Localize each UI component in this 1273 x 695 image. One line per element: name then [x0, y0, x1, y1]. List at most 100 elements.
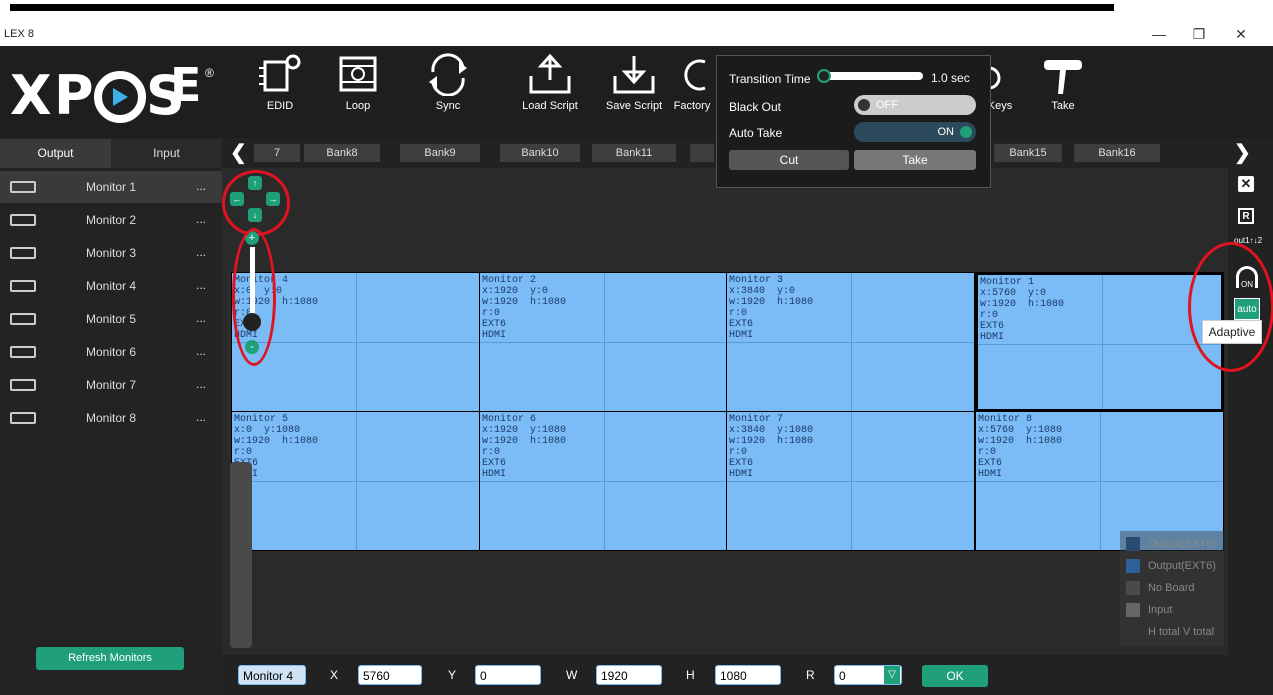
- bank-tab[interactable]: 7: [254, 144, 300, 162]
- legend-item: No Board: [1126, 581, 1194, 595]
- auto-take-state: ON: [937, 126, 955, 138]
- auto-take-toggle[interactable]: ON: [854, 122, 976, 142]
- cell-size: w:1920 h:1080: [234, 436, 319, 447]
- vertical-scrollbar[interactable]: [230, 462, 252, 648]
- monitor-menu-icon[interactable]: ...: [196, 212, 206, 226]
- monitor-list-item[interactable]: Monitor 8...: [0, 402, 222, 434]
- monitor-select[interactable]: Monitor 4: [238, 665, 306, 685]
- sync-label: Sync: [435, 100, 461, 112]
- monitor-menu-icon[interactable]: ...: [196, 311, 206, 325]
- tab-output[interactable]: Output: [0, 139, 111, 168]
- monitor-list-item[interactable]: Monitor 3...: [0, 237, 222, 269]
- cell-rotation: r:0: [482, 308, 501, 319]
- rotate-icon[interactable]: R: [1238, 208, 1254, 224]
- monitor-list-item[interactable]: Monitor 6...: [0, 336, 222, 368]
- y-input[interactable]: 0: [475, 665, 541, 685]
- monitor-list-item[interactable]: Monitor 1...: [0, 171, 222, 203]
- wall-cell[interactable]: Monitor 2 x:1920 y:0 w:1920 h:1080 r:0 EXT6 H…: [479, 272, 728, 412]
- factory-button[interactable]: Factory: [664, 52, 720, 132]
- monitor-menu-icon[interactable]: ...: [196, 278, 206, 292]
- legend-item: H total V total: [1126, 625, 1214, 639]
- w-input[interactable]: 1920: [596, 665, 662, 685]
- monitor-menu-icon[interactable]: ...: [196, 245, 206, 259]
- h-label: H: [686, 668, 695, 682]
- monitor-list-item[interactable]: Monitor 2...: [0, 204, 222, 236]
- x-input[interactable]: 5760: [358, 665, 422, 685]
- bank-prev-arrow-icon[interactable]: ❮: [230, 140, 247, 165]
- save-script-button[interactable]: Save Script: [594, 52, 674, 132]
- close-button[interactable]: ✕: [1230, 24, 1252, 44]
- svg-text:X: X: [10, 64, 54, 127]
- bank-tab[interactable]: Bank16: [1074, 144, 1160, 162]
- monitor-name: Monitor 1: [86, 180, 137, 194]
- wall-cell[interactable]: Monitor 3 x:3840 y:0 w:1920 h:1080 r:0 EXT6 H…: [726, 272, 975, 412]
- edid-button[interactable]: EDID: [240, 52, 320, 132]
- monitor-menu-icon[interactable]: ...: [196, 344, 206, 358]
- monitor-menu-icon[interactable]: ...: [196, 179, 206, 193]
- loop-icon: [339, 56, 377, 92]
- cell-rotation: r:0: [978, 447, 997, 458]
- save-script-icon: [613, 56, 655, 94]
- wall-cell[interactable]: Monitor 6 x:1920 y:1080 w:1920 h:1080 r:0 EX…: [479, 411, 728, 551]
- take-label: Take: [1051, 100, 1075, 112]
- sync-button[interactable]: Sync: [408, 52, 488, 132]
- wall-cell[interactable]: Monitor 8 x:5760 y:1080 w:1920 h:1080 r:0 EX…: [975, 411, 1224, 551]
- transition-time-label: Transition Time: [729, 72, 811, 86]
- maximize-button[interactable]: ❐: [1188, 24, 1210, 44]
- monitor-name: Monitor 3: [86, 246, 137, 260]
- take-button[interactable]: Take: [1028, 52, 1098, 132]
- x-label: X: [330, 668, 339, 682]
- cut-button[interactable]: Cut: [729, 150, 849, 170]
- cell-size: w:1920 h:1080: [978, 436, 1063, 447]
- monitor-menu-icon[interactable]: ...: [196, 410, 206, 424]
- cell-rotation: r:0: [729, 447, 748, 458]
- annotation-circle: [232, 228, 276, 366]
- cell-name: Monitor 2: [482, 275, 537, 286]
- monitor-icon: [10, 412, 36, 424]
- black-out-toggle[interactable]: OFF: [854, 95, 976, 115]
- loop-button[interactable]: Loop: [318, 52, 398, 132]
- cell-position: x:5760 y:0: [980, 288, 1047, 299]
- legend-item: Input: [1126, 603, 1172, 617]
- monitor-menu-icon[interactable]: ...: [196, 377, 206, 391]
- cell-position: x:1920 y:1080: [482, 425, 567, 436]
- monitor-list-item[interactable]: Monitor 4...: [0, 270, 222, 302]
- cell-info: Monitor 8 x:5760 y:1080 w:1920 h:1080 r:0 EX…: [978, 414, 1062, 480]
- tab-input[interactable]: Input: [111, 139, 222, 168]
- transition-time-thumb[interactable]: [817, 69, 831, 83]
- close-wall-icon[interactable]: ✕: [1238, 176, 1254, 192]
- window-title: LEX 8: [4, 28, 34, 40]
- h-input[interactable]: 1080: [715, 665, 781, 685]
- minimize-button[interactable]: —: [1148, 24, 1170, 44]
- toggle-knob: [960, 126, 972, 138]
- cell-source: EXT6: [980, 321, 1005, 332]
- title-bar: [0, 22, 1273, 46]
- bank-tab[interactable]: Bank10: [500, 144, 580, 162]
- y-label: Y: [448, 668, 457, 682]
- wall-cell[interactable]: Monitor 1 x:5760 y:0 w:1920 h:1080 r:0 EXT6 H…: [975, 272, 1224, 412]
- cell-type: HDMI: [482, 469, 507, 480]
- wall-cell[interactable]: Monitor 7 x:3840 y:1080 w:1920 h:1080 r:0 EX…: [726, 411, 975, 551]
- popup-take-button[interactable]: Take: [854, 150, 976, 170]
- bank-tab[interactable]: Bank8: [304, 144, 380, 162]
- transition-time-slider[interactable]: [817, 72, 923, 80]
- cell-position: x:3840 y:0: [729, 286, 796, 297]
- bank-tab[interactable]: Bank9: [400, 144, 480, 162]
- bank-tab[interactable]: Bank15: [994, 144, 1062, 162]
- wall-cell[interactable]: Monitor 5x:0 y:1080w:1920 h:1080r:0EXT6H…: [231, 411, 480, 551]
- bank-tab[interactable]: [690, 144, 714, 162]
- bank-next-arrow-icon[interactable]: ❯: [1234, 140, 1251, 165]
- ok-button[interactable]: OK: [922, 665, 988, 687]
- cell-type: HDMI: [482, 330, 507, 341]
- refresh-monitors-button[interactable]: Refresh Monitors: [36, 647, 184, 670]
- chevron-down-icon[interactable]: ▽: [884, 666, 900, 684]
- monitor-name: Monitor 5: [86, 312, 137, 326]
- svg-text:P: P: [54, 64, 95, 127]
- cell-info: Monitor 7 x:3840 y:1080 w:1920 h:1080 r:0 EX…: [729, 414, 813, 480]
- load-script-button[interactable]: Load Script: [510, 52, 590, 132]
- cell-size: w:1920 h:1080: [729, 436, 814, 447]
- monitor-list-item[interactable]: Monitor 5...: [0, 303, 222, 335]
- factory-icon: [684, 59, 706, 91]
- monitor-list-item[interactable]: Monitor 7...: [0, 369, 222, 401]
- bank-tab[interactable]: Bank11: [592, 144, 676, 162]
